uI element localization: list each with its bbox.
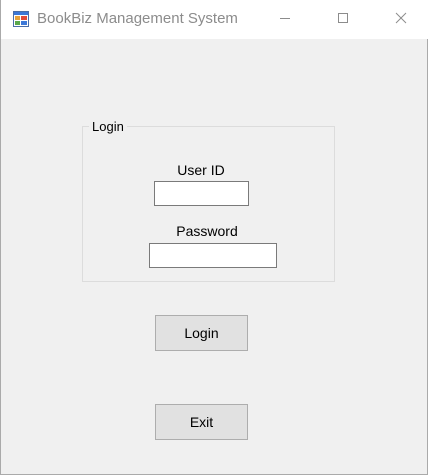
close-button[interactable] xyxy=(372,0,428,39)
exit-button[interactable]: Exit xyxy=(155,404,248,440)
user-id-input[interactable] xyxy=(154,181,249,206)
maximize-icon xyxy=(337,11,349,29)
main-window: BookBiz Management System Login User ID … xyxy=(0,0,428,475)
title-bar[interactable]: BookBiz Management System xyxy=(1,0,428,39)
window-title: BookBiz Management System xyxy=(37,10,238,27)
close-icon xyxy=(395,11,407,29)
login-group-title: Login xyxy=(89,119,127,134)
windows-form-icon[interactable] xyxy=(13,11,29,27)
password-label: Password xyxy=(176,223,238,239)
user-id-label: User ID xyxy=(177,162,225,178)
password-input[interactable] xyxy=(149,243,277,268)
login-button[interactable]: Login xyxy=(155,315,248,351)
maximize-button[interactable] xyxy=(314,0,372,39)
minimize-icon xyxy=(279,11,291,29)
minimize-button[interactable] xyxy=(256,0,314,39)
